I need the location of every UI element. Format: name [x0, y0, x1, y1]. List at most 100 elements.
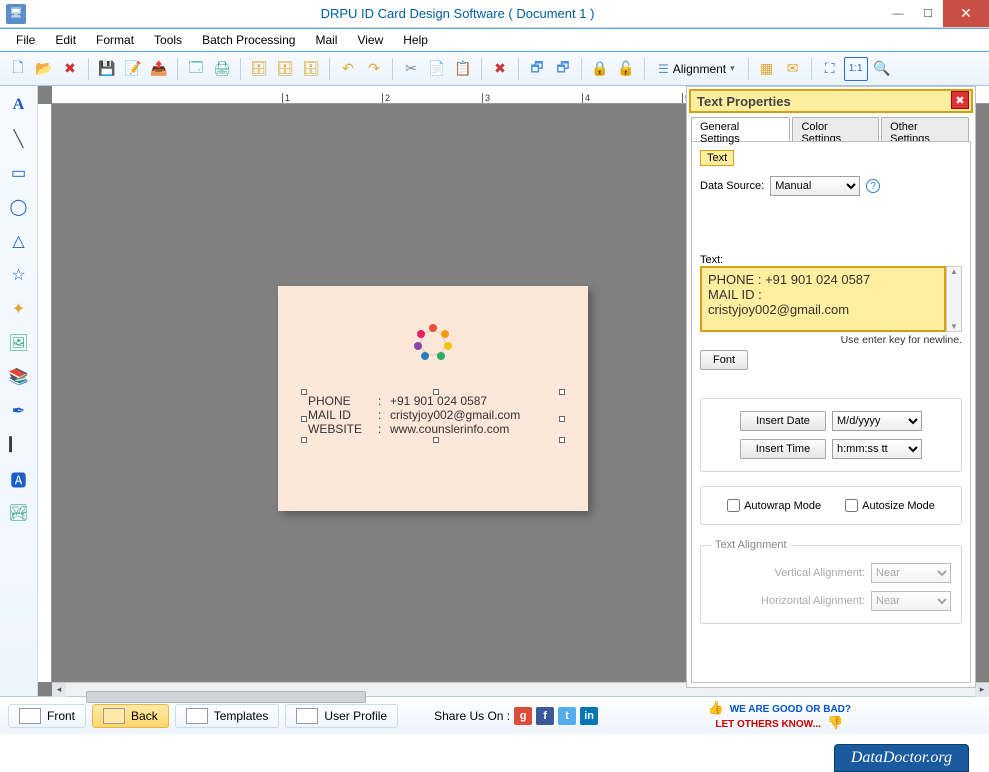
open-icon[interactable]: 📂 [32, 57, 56, 81]
back-button[interactable]: Back [92, 704, 169, 728]
delete-icon[interactable]: ✖ [58, 57, 82, 81]
actual-size-icon[interactable]: 1:1 [844, 57, 868, 81]
selection-handles[interactable] [304, 392, 562, 440]
text-tool-icon[interactable]: A [6, 92, 32, 118]
close-button[interactable] [943, 0, 989, 27]
tab-other[interactable]: Other Settings [881, 117, 969, 141]
menu-view[interactable]: View [349, 31, 391, 49]
background-tool-icon[interactable]: 🏞 [6, 500, 32, 526]
insert-time-button[interactable]: Insert Time [740, 439, 826, 459]
help-icon[interactable]: ? [866, 179, 880, 193]
card-logo[interactable] [408, 318, 458, 368]
alignment-label: Alignment [673, 62, 726, 76]
halign-label: Horizontal Alignment: [761, 595, 865, 607]
print-icon[interactable]: 🖨 [210, 57, 234, 81]
paste-icon[interactable]: 📋 [451, 57, 475, 81]
remove-icon[interactable]: ✖ [488, 57, 512, 81]
font-button[interactable]: Font [700, 350, 748, 370]
scroll-left-arrow[interactable]: ◂ [52, 683, 66, 697]
text-input[interactable]: PHONE : +91 901 024 0587 MAIL ID : crist… [700, 266, 946, 332]
googleplus-icon[interactable]: g [514, 707, 532, 725]
text-label: Text: [700, 254, 723, 266]
autosize-checkbox[interactable]: Autosize Mode [845, 499, 935, 512]
front-button[interactable]: Front [8, 704, 86, 728]
triangle-tool-icon[interactable]: △ [6, 228, 32, 254]
zoom-in-icon[interactable]: 🔍 [870, 57, 894, 81]
properties-panel: Text Properties ✖ General Settings Color… [686, 86, 976, 688]
autowrap-checkbox[interactable]: Autowrap Mode [727, 499, 821, 512]
db3-icon[interactable]: 🗄 [299, 57, 323, 81]
send-back-icon[interactable]: 🗗 [551, 57, 575, 81]
menu-help[interactable]: Help [395, 31, 436, 49]
save-icon[interactable]: 💾 [95, 57, 119, 81]
rectangle-tool-icon[interactable]: ▭ [6, 160, 32, 186]
undo-icon[interactable]: ↶ [336, 57, 360, 81]
date-format-select[interactable]: M/d/yyyy [832, 411, 922, 431]
db2-icon[interactable]: 🗄 [273, 57, 297, 81]
lock-icon[interactable]: 🔒 [588, 57, 612, 81]
tab-general[interactable]: General Settings [691, 117, 790, 141]
templates-button[interactable]: Templates [175, 704, 280, 728]
menu-batch[interactable]: Batch Processing [194, 31, 303, 49]
menu-format[interactable]: Format [88, 31, 142, 49]
user-profile-button[interactable]: User Profile [285, 704, 398, 728]
redo-icon[interactable]: ↷ [362, 57, 386, 81]
mail-icon[interactable]: ✉ [781, 57, 805, 81]
watermark-tool-icon[interactable]: 🅰 [6, 466, 32, 492]
menu-file[interactable]: File [8, 31, 43, 49]
datasource-label: Data Source: [700, 180, 764, 192]
alignment-group-label: Text Alignment [711, 539, 791, 551]
scroll-thumb[interactable] [86, 691, 366, 703]
grid-icon[interactable]: ▦ [755, 57, 779, 81]
fit-icon[interactable]: ⛶ [818, 57, 842, 81]
shape-tool-icon[interactable]: ✦ [6, 296, 32, 322]
facebook-icon[interactable]: f [536, 707, 554, 725]
twitter-icon[interactable]: t [558, 707, 576, 725]
star-tool-icon[interactable]: ☆ [6, 262, 32, 288]
window-title: DRPU ID Card Design Software ( Document … [32, 6, 883, 21]
menu-mail[interactable]: Mail [307, 31, 345, 49]
profile-icon [296, 708, 318, 724]
valign-label: Vertical Alignment: [775, 567, 866, 579]
menu-edit[interactable]: Edit [47, 31, 84, 49]
front-icon [19, 708, 41, 724]
rate-us-link[interactable]: 👍 WE ARE GOOD OR BAD? LET OTHERS KNOW...… [707, 701, 851, 730]
unlock-icon[interactable]: 🔓 [614, 57, 638, 81]
brand-logo[interactable]: DataDoctor.org [834, 744, 969, 772]
print-preview-icon[interactable]: 🗔 [184, 57, 208, 81]
halign-select: Near [871, 591, 951, 611]
panel-title: Text Properties [697, 94, 965, 109]
time-format-select[interactable]: h:mm:ss tt [832, 439, 922, 459]
image-tool-icon[interactable]: 🖼 [6, 330, 32, 356]
alignment-dropdown[interactable]: ☰Alignment [651, 59, 742, 79]
bring-front-icon[interactable]: 🗗 [525, 57, 549, 81]
newline-hint: Use enter key for newline. [700, 334, 962, 346]
text-group-label: Text [700, 150, 734, 166]
panel-close-icon[interactable]: ✖ [951, 91, 969, 109]
library-tool-icon[interactable]: 📚 [6, 364, 32, 390]
datasource-select[interactable]: Manual [770, 176, 860, 196]
menu-tools[interactable]: Tools [146, 31, 190, 49]
card-canvas[interactable]: PHONE:+91 901 024 0587 MAIL ID:cristyjoy… [278, 286, 588, 511]
insert-date-button[interactable]: Insert Date [740, 411, 826, 431]
maximize-button[interactable] [913, 0, 943, 27]
app-icon: 🖥 [6, 4, 26, 24]
copy-icon[interactable]: 📄 [425, 57, 449, 81]
line-tool-icon[interactable]: ╲ [6, 126, 32, 152]
cut-icon[interactable]: ✂ [399, 57, 423, 81]
export-icon[interactable]: 📤 [147, 57, 171, 81]
titlebar: 🖥 DRPU ID Card Design Software ( Documen… [0, 0, 989, 28]
linkedin-icon[interactable]: in [580, 707, 598, 725]
tab-color[interactable]: Color Settings [792, 117, 879, 141]
text-scrollbar[interactable]: ▲▼ [946, 266, 962, 332]
new-icon[interactable]: 🗋 [6, 57, 30, 81]
saveas-icon[interactable]: 📝 [121, 57, 145, 81]
minimize-button[interactable] [883, 0, 913, 27]
share-label: Share Us On : [434, 709, 510, 723]
barcode-tool-icon[interactable]: ⎹⎸⎹ [6, 432, 32, 458]
toolbar: 🗋 📂 ✖ 💾 📝 📤 🗔 🖨 🗄 🗄 🗄 ↶ ↷ ✂ 📄 📋 ✖ 🗗 🗗 🔒 … [0, 52, 989, 86]
db1-icon[interactable]: 🗄 [247, 57, 271, 81]
ellipse-tool-icon[interactable]: ◯ [6, 194, 32, 220]
signature-tool-icon[interactable]: ✒ [6, 398, 32, 424]
scroll-right-arrow[interactable]: ▸ [975, 683, 989, 697]
